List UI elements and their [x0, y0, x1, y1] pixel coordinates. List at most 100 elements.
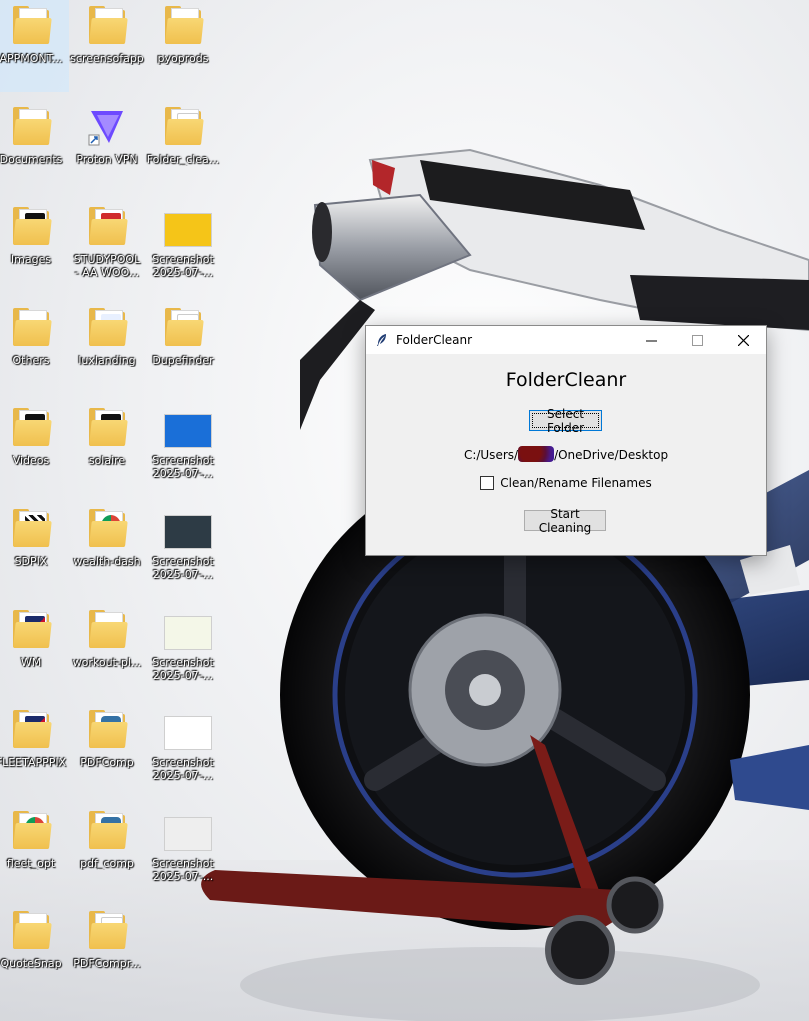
- desktop-icon-label: screensofapp: [70, 52, 144, 65]
- desktop-icon-label: Screenshot 2025-07-...: [152, 756, 214, 783]
- desktop-icon[interactable]: WM: [0, 604, 69, 696]
- desktop-icon[interactable]: Images: [0, 201, 69, 293]
- screenshot-icon: [163, 708, 212, 752]
- select-folder-button[interactable]: Select Folder: [529, 407, 602, 435]
- desktop-icon-label: Screenshot 2025-07-...: [152, 555, 214, 581]
- folder-icon: [87, 4, 128, 48]
- desktop-icon[interactable]: pyoprods: [145, 0, 221, 92]
- window-titlebar[interactable]: FolderCleanr: [366, 326, 766, 354]
- redacted-username: [518, 446, 555, 462]
- desktop-icon[interactable]: Videos: [0, 402, 69, 494]
- selected-folder-path: C:/Users/ /OneDrive/Desktop: [366, 446, 766, 462]
- folder-icon: [11, 4, 52, 48]
- desktop-icon[interactable]: Screenshot 2025-07-...: [145, 704, 221, 796]
- desktop-icon[interactable]: Screenshot 2025-07-...: [145, 503, 221, 595]
- desktop-icon[interactable]: screensofapp: [69, 0, 145, 92]
- feather-icon: [377, 334, 386, 346]
- desktop-icon-label: solaire: [88, 454, 126, 468]
- desktop-icon[interactable]: PDFComp: [69, 704, 145, 796]
- desktop-icon-label: STUDYPOOL - AA WOO...: [73, 253, 141, 280]
- screenshot-icon: [163, 507, 212, 551]
- desktop-icon-label: PDFComp: [80, 756, 134, 770]
- desktop-icon[interactable]: STUDYPOOL - AA WOO...: [69, 201, 145, 293]
- close-button[interactable]: [720, 326, 766, 354]
- desktop-icon-label: SDPIX: [14, 555, 48, 568]
- desktop-icon[interactable]: Screenshot 2025-07-...: [145, 805, 221, 897]
- folder-icon: [87, 205, 128, 249]
- desktop-icon-label: wealth-dash: [73, 555, 141, 568]
- minimize-button[interactable]: [628, 326, 674, 354]
- folder-icon: [11, 406, 52, 450]
- screenshot-icon: [163, 608, 212, 652]
- window-title: FolderCleanr: [396, 333, 473, 347]
- desktop-icon-label: Images: [10, 253, 52, 267]
- desktop-icon-label: APPMONT...: [0, 52, 63, 65]
- desktop-icon-label: Screenshot 2025-07-...: [152, 253, 214, 280]
- desktop-icon[interactable]: fleet_opt: [0, 805, 69, 897]
- folder-icon: [163, 105, 204, 149]
- proton-vpn-icon: [87, 105, 127, 149]
- folder-icon: [163, 4, 204, 48]
- folder-icon: [87, 809, 128, 853]
- folder-icon: [87, 306, 128, 350]
- desktop-icon-label: Documents: [0, 152, 63, 166]
- desktop-icon[interactable]: Screenshot 2025-07-...: [145, 402, 221, 494]
- desktop-icon-label: pdf_comp: [80, 856, 134, 870]
- desktop-icon[interactable]: APPMONT...: [0, 0, 69, 92]
- close-icon: [737, 334, 749, 346]
- desktop-icon[interactable]: Dupefinder: [145, 302, 221, 394]
- folder-icon: [11, 608, 52, 652]
- desktop-icon-label: Videos: [12, 454, 50, 468]
- folder-icon: [87, 507, 128, 551]
- path-suffix: /OneDrive/Desktop: [554, 448, 669, 462]
- desktop-icon[interactable]: Documents: [0, 101, 69, 193]
- desktop-icon[interactable]: Screenshot 2025-07-...: [145, 201, 221, 293]
- desktop-icon[interactable]: workout-pl...: [69, 604, 145, 696]
- desktop-icon[interactable]: pdf_comp: [69, 805, 145, 897]
- clean-rename-label: Clean/Rename Filenames: [500, 476, 652, 490]
- screenshot-icon: [163, 205, 212, 249]
- desktop-icon[interactable]: Proton VPN: [69, 101, 145, 193]
- desktop-icon-label: fleet_opt: [6, 856, 56, 870]
- desktop-icon-label: workout-pl...: [72, 655, 142, 669]
- desktop-icon[interactable]: solaire: [69, 402, 145, 494]
- desktop-icon-label: WM: [20, 655, 42, 669]
- desktop-icon-label: Screenshot 2025-07-...: [152, 856, 214, 883]
- folder-icon: [87, 708, 128, 752]
- desktop-icon-label: luxlanding: [78, 353, 136, 367]
- screenshot-icon: [163, 406, 212, 450]
- app-heading: FolderCleanr: [505, 369, 627, 391]
- desktop-icon-label: Dupefinder: [152, 353, 214, 367]
- folder-icon: [163, 306, 204, 350]
- desktop-icon[interactable]: QuoteSnap: [0, 905, 69, 997]
- minimize-icon: [645, 340, 657, 341]
- desktop-icon[interactable]: FLEETAPPPIX: [0, 704, 69, 796]
- clean-rename-checkbox[interactable]: [480, 476, 495, 490]
- foldercleanr-window: FolderCleanr FolderCleanr Select Folder …: [365, 325, 767, 556]
- folder-icon: [87, 608, 128, 652]
- folder-icon: [11, 909, 52, 953]
- folder-icon: [11, 708, 52, 752]
- clean-rename-option[interactable]: Clean/Rename Filenames: [366, 476, 766, 490]
- folder-icon: [11, 306, 52, 350]
- desktop-icon-label: Proton VPN: [76, 152, 138, 166]
- desktop-icon[interactable]: PDFCompr...: [69, 905, 145, 997]
- desktop-icon[interactable]: luxlanding: [69, 302, 145, 394]
- desktop-icon-label: PDFCompr...: [73, 957, 141, 971]
- folder-icon: [87, 909, 128, 953]
- desktop-icon-label: Screenshot 2025-07-...: [152, 454, 214, 481]
- desktop-icon-label: FLEETAPPPIX: [0, 756, 67, 770]
- desktop-icon[interactable]: Screenshot 2025-07-...: [145, 604, 221, 696]
- folder-icon: [11, 205, 52, 249]
- maximize-button[interactable]: [674, 326, 720, 354]
- desktop-icon[interactable]: Others: [0, 302, 69, 394]
- folder-icon: [87, 406, 128, 450]
- desktop-icon[interactable]: SDPIX: [0, 503, 69, 595]
- desktop-icon[interactable]: Folder_clea...: [145, 101, 221, 193]
- path-prefix: C:/Users/: [463, 448, 519, 462]
- screenshot-icon: [163, 809, 212, 853]
- desktop-icon-label: Folder_clea...: [146, 152, 220, 166]
- desktop-icon-label: Screenshot 2025-07-...: [152, 655, 214, 682]
- desktop-icon[interactable]: wealth-dash: [69, 503, 145, 595]
- start-cleaning-button[interactable]: Start Cleaning: [524, 507, 606, 535]
